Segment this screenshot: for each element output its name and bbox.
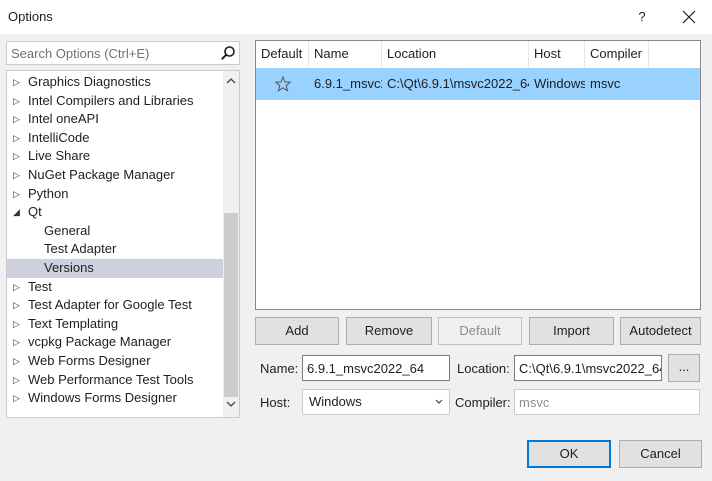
autodetect-button[interactable]: Autodetect [620,317,701,345]
expand-arrow-icon[interactable]: ▷ [13,278,20,297]
expand-arrow-icon[interactable]: ▷ [13,92,20,111]
tree-item-label: General [44,222,91,238]
tree-item-label: Test [28,278,52,294]
tree-item-label: Web Forms Designer [28,352,151,368]
options-tree: ▷ Graphics Diagnostics ▷ Intel Compilers a… [6,70,240,418]
star-icon[interactable] [275,76,291,92]
column-header-default[interactable]: Default [256,41,309,67]
tree-item-label: Live Share [28,148,91,164]
host-select-value: Windows [309,394,362,409]
tree-item-graphics-diagnostics[interactable]: ▷ Graphics Diagnostics [7,73,223,92]
tree-item-live-share[interactable]: ▷ Live Share [7,147,223,166]
tree-item-text-templating[interactable]: ▷ Text Templating [7,315,223,334]
tree-item-test[interactable]: ▷ Test [7,278,223,297]
cell-compiler: msvc [590,76,621,91]
cell-location: C:\Qt\6.9.1\msvc2022_64 [387,76,529,91]
tree-item-vcpkg[interactable]: ▷ vcpkg Package Manager [7,333,223,352]
close-icon [682,10,696,24]
expand-arrow-icon[interactable]: ▷ [13,352,20,371]
name-field-box [302,355,450,381]
tree-item-intellicode[interactable]: ▷ IntelliCode [7,129,223,148]
table-row[interactable]: 6.9.1_msvc2022_64 C:\Qt\6.9.1\msvc2022_6… [256,68,700,100]
tree-item-nuget[interactable]: ▷ NuGet Package Manager [7,166,223,185]
chevron-down-icon [435,399,443,404]
tree-item-label: Graphics Diagnostics [28,74,151,89]
tree-item-qt[interactable]: ◢ Qt [7,203,223,222]
grid-header: Default Name Location Host Compiler [256,41,700,67]
expand-arrow-icon[interactable]: ▷ [13,185,20,204]
close-button[interactable] [676,4,702,30]
column-header-compiler[interactable]: Compiler [585,41,649,67]
default-button[interactable]: Default [438,317,522,345]
chevron-down-icon[interactable] [226,401,236,408]
expand-arrow-icon[interactable]: ▷ [13,371,20,390]
expand-arrow-icon[interactable]: ▷ [13,315,20,334]
tree-item-label: Test Adapter [44,241,117,257]
expand-arrow-icon[interactable]: ▷ [13,73,20,92]
help-button[interactable]: ? [630,4,654,30]
tree-item-qt-versions[interactable]: Versions [7,258,223,278]
search-box [6,41,240,65]
search-input[interactable] [7,42,207,64]
tree-item-qt-test-adapter[interactable]: Test Adapter [7,240,223,259]
remove-button[interactable]: Remove [346,317,432,345]
tree-list: ▷ Graphics Diagnostics ▷ Intel Compilers a… [7,73,223,408]
location-field[interactable] [515,356,661,380]
search-icon[interactable] [220,45,236,61]
tree-item-web-forms[interactable]: ▷ Web Forms Designer [7,352,223,371]
tree-item-intel-oneapi[interactable]: ▷ Intel oneAPI [7,110,223,129]
column-header-name[interactable]: Name [309,41,382,67]
tree-item-label: NuGet Package Manager [28,166,175,182]
tree-item-label: Windows Forms Designer [28,390,177,406]
chevron-up-icon[interactable] [226,77,236,84]
ok-button[interactable]: OK [527,440,611,468]
tree-item-label: vcpkg Package Manager [28,334,172,350]
tree-item-label: Intel oneAPI [28,111,99,127]
expand-arrow-icon[interactable]: ▷ [13,129,20,148]
compiler-label: Compiler: [455,395,511,410]
expand-arrow-icon[interactable]: ▷ [13,333,20,352]
expand-arrow-icon[interactable]: ▷ [13,166,20,185]
tree-item-label: Python [28,185,69,201]
expand-arrow-icon[interactable]: ▷ [13,389,20,408]
tree-item-python[interactable]: ▷ Python [7,185,223,204]
cell-host: Windows [534,76,585,91]
location-field-box [514,355,662,381]
import-button[interactable]: Import [529,317,614,345]
host-select[interactable]: Windows [302,389,450,415]
tree-item-label: Text Templating [28,315,119,331]
tree-item-windows-forms[interactable]: ▷ Windows Forms Designer [7,389,223,408]
tree-item-label: Test Adapter for Google Test [28,297,192,313]
collapse-arrow-icon[interactable]: ◢ [13,203,20,222]
tree-scrollbar[interactable] [223,71,239,417]
name-field[interactable] [303,356,449,380]
browse-button[interactable]: ... [668,354,700,382]
column-header-host[interactable]: Host [529,41,585,67]
tree-item-label: IntelliCode [28,129,90,145]
column-header-location[interactable]: Location [382,41,529,67]
versions-grid: Default Name Location Host Compiler 6.9.… [255,40,701,310]
window-title: Options [8,9,53,24]
compiler-field-box [514,389,700,415]
expand-arrow-icon[interactable]: ▷ [13,147,20,166]
tree-item-label: Versions [44,259,94,275]
tree-item-qt-general[interactable]: General [7,222,223,241]
compiler-field[interactable] [515,390,699,414]
cancel-button[interactable]: Cancel [619,440,702,468]
title-bar: Options ? [0,0,712,34]
expand-arrow-icon[interactable]: ▷ [13,296,20,315]
tree-item-web-performance[interactable]: ▷ Web Performance Test Tools [7,371,223,390]
tree-item-intel-compilers[interactable]: ▷ Intel Compilers and Libraries [7,92,223,111]
cell-name: 6.9.1_msvc2022_64 [314,76,382,91]
tree-item-test-adapter-google[interactable]: ▷ Test Adapter for Google Test [7,296,223,315]
scrollbar-thumb[interactable] [224,213,238,397]
tree-item-label: Qt [28,204,42,220]
tree-item-label: Intel Compilers and Libraries [28,92,194,108]
host-label: Host: [260,395,291,410]
name-label: Name: [260,361,299,376]
tree-item-label: Web Performance Test Tools [28,371,194,387]
add-button[interactable]: Add [255,317,339,345]
location-label: Location: [457,361,510,376]
expand-arrow-icon[interactable]: ▷ [13,110,20,129]
